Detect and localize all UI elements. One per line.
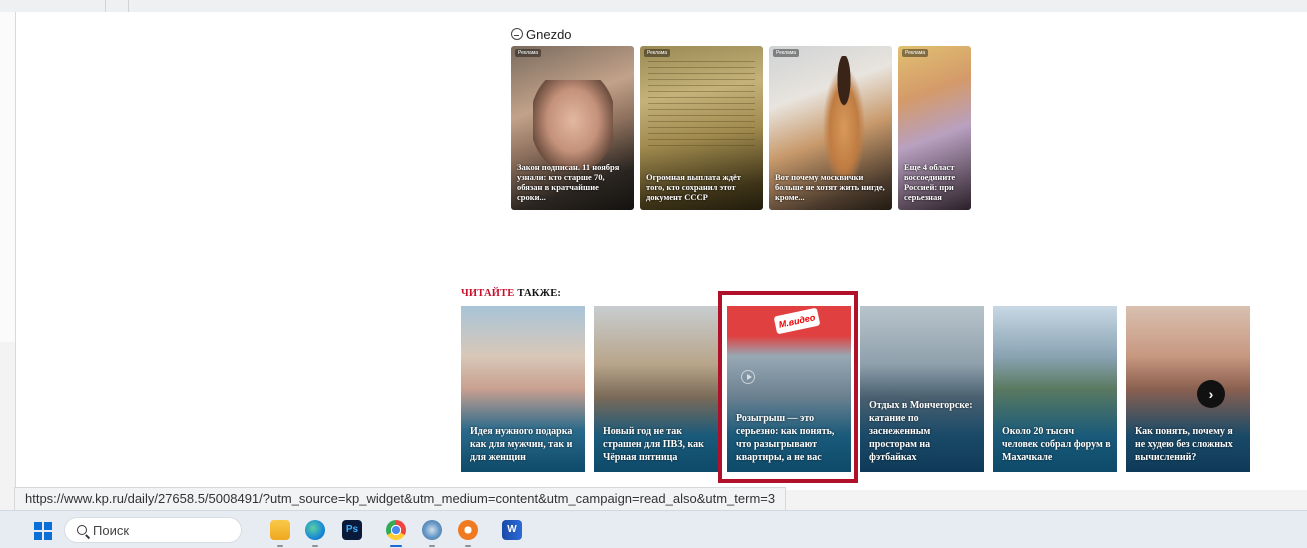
status-bar-url: https://www.kp.ru/daily/27658.5/5008491/…	[14, 487, 787, 510]
ad-text: Огромная выплата ждёт того, кто сохранил…	[646, 172, 741, 202]
read-also-title: ЧИТАЙТЕ ТАКЖЕ:	[461, 288, 1250, 304]
read-also-card-text: Розыгрыш — это серьезно: как понять, что…	[736, 413, 835, 463]
web-page: Gnezdo Реклама Закон подписан. 11 ноября…	[15, 12, 1307, 490]
ad-tag: Реклама	[644, 49, 671, 57]
settings-icon[interactable]	[422, 520, 442, 547]
gnezdo-cards: Реклама Закон подписан. 11 ноября узнали…	[511, 46, 971, 210]
photoshop-icon[interactable]: Ps	[342, 520, 362, 540]
read-also-card-text: Отдых в Мончегорске: катание по заснежен…	[869, 400, 973, 463]
ad-tag: Реклама	[773, 49, 800, 57]
ad-image	[819, 56, 869, 176]
gnezdo-ad-card[interactable]: Реклама Вот почему москвички больше не х…	[769, 46, 892, 210]
gnezdo-logo-icon	[511, 28, 523, 40]
word-icon[interactable]: W	[502, 520, 522, 540]
search-icon	[77, 525, 87, 535]
left-panel	[0, 12, 16, 342]
read-also-title-red: ЧИТАЙТЕ	[461, 288, 515, 299]
read-also-cards: Идея нужного подарка как для мужчин, так…	[461, 291, 1250, 483]
tab-separator	[128, 0, 129, 12]
chrome-icon[interactable]	[386, 520, 406, 547]
gnezdo-ad-card[interactable]: Реклама Еще 4 област воссоедините Россие…	[898, 46, 971, 210]
read-also-card[interactable]: Как понять, почему я не худею без сложны…	[1126, 306, 1250, 472]
windows-start-icon[interactable]	[34, 522, 52, 540]
gnezdo-brand: Gnezdo	[526, 26, 572, 42]
ad-image	[533, 80, 613, 170]
read-also-card-text: Как понять, почему я не худею без сложны…	[1135, 426, 1233, 463]
read-also-card[interactable]: Новый год не так страшен для ПВЗ, как Чё…	[594, 306, 718, 472]
play-icon	[741, 370, 755, 384]
gnezdo-header: Gnezdo	[511, 24, 971, 44]
taskbar-search-label: Поиск	[93, 522, 130, 538]
read-also-card-text: Около 20 тысяч человек собрал форум в Ма…	[1002, 426, 1111, 463]
taskbar-search[interactable]: Поиск	[64, 517, 242, 543]
ad-text: Закон подписан. 11 ноября узнали: кто ст…	[517, 162, 620, 202]
browser-top-strip	[0, 0, 1307, 12]
read-also-card[interactable]: Отдых в Мончегорске: катание по заснежен…	[860, 306, 984, 472]
gnezdo-widget: Gnezdo Реклама Закон подписан. 11 ноября…	[511, 24, 971, 210]
read-also-card-text: Новый год не так страшен для ПВЗ, как Чё…	[603, 426, 704, 463]
read-also-card[interactable]: Идея нужного подарка как для мужчин, так…	[461, 306, 585, 472]
read-also-card-highlighted[interactable]: М.видео Розыгрыш — это серьезно: как пон…	[718, 291, 858, 483]
file-explorer-icon[interactable]	[270, 520, 290, 547]
read-also-title-black: ТАКЖЕ:	[514, 288, 562, 299]
read-also-section: ЧИТАЙТЕ ТАКЖЕ: Идея нужного подарка как …	[461, 288, 1250, 483]
read-also-card-text: Идея нужного подарка как для мужчин, так…	[470, 426, 573, 463]
tab-separator	[105, 0, 106, 12]
ad-tag: Реклама	[902, 49, 929, 57]
ad-image	[648, 56, 755, 146]
taskbar: Поиск Ps W	[0, 510, 1307, 548]
gnezdo-ad-card[interactable]: Реклама Огромная выплата ждёт того, кто …	[640, 46, 763, 210]
orange-app-icon[interactable]	[458, 520, 478, 547]
edge-icon[interactable]	[305, 520, 325, 547]
gnezdo-ad-card[interactable]: Реклама Закон подписан. 11 ноября узнали…	[511, 46, 634, 210]
ad-tag: Реклама	[515, 49, 542, 57]
ad-text: Еще 4 област воссоедините Россией: при с…	[904, 162, 956, 202]
next-arrow-button[interactable]: ›	[1197, 380, 1225, 408]
ad-text: Вот почему москвички больше не хотят жит…	[775, 172, 885, 202]
mvideo-logo: М.видео	[773, 307, 821, 335]
read-also-card[interactable]: Около 20 тысяч человек собрал форум в Ма…	[993, 306, 1117, 472]
